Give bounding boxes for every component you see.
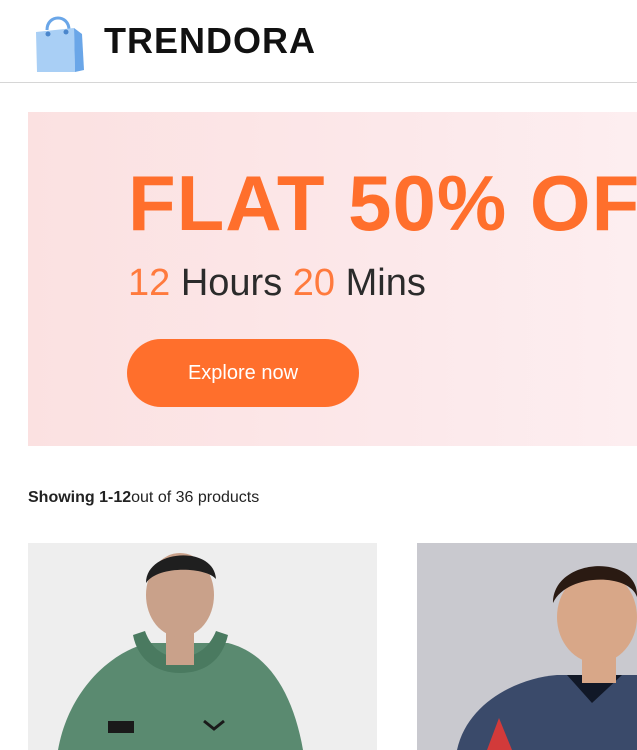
countdown-hours-label: Hours [180,262,283,304]
product-image-green-hoodie [28,543,377,750]
site-header: TRENDORA [0,0,637,83]
countdown-timer: 12 Hours 20 Mins [128,264,426,302]
product-image-navy-jacket [417,543,637,750]
countdown-mins-value: 20 [292,262,336,304]
product-card[interactable] [417,543,637,750]
logo-link[interactable]: TRENDORA [28,0,316,82]
countdown-hours-value: 12 [128,262,171,304]
results-range: Showing 1-12 [28,489,132,506]
brand-name: TRENDORA [104,20,316,61]
results-count: Showing 1-12out of 36 products [28,489,259,507]
explore-now-button[interactable]: Explore now [127,339,359,407]
shopping-bag-icon [36,16,84,72]
product-card[interactable] [28,543,377,750]
countdown-mins-label: Mins [345,262,426,304]
results-total: out of 36 products [131,489,260,506]
banner-headline: FLAT 50% OFF [128,159,637,247]
promo-banner: FLAT 50% OFF 12 Hours 20 Mins Explore no… [28,112,637,446]
